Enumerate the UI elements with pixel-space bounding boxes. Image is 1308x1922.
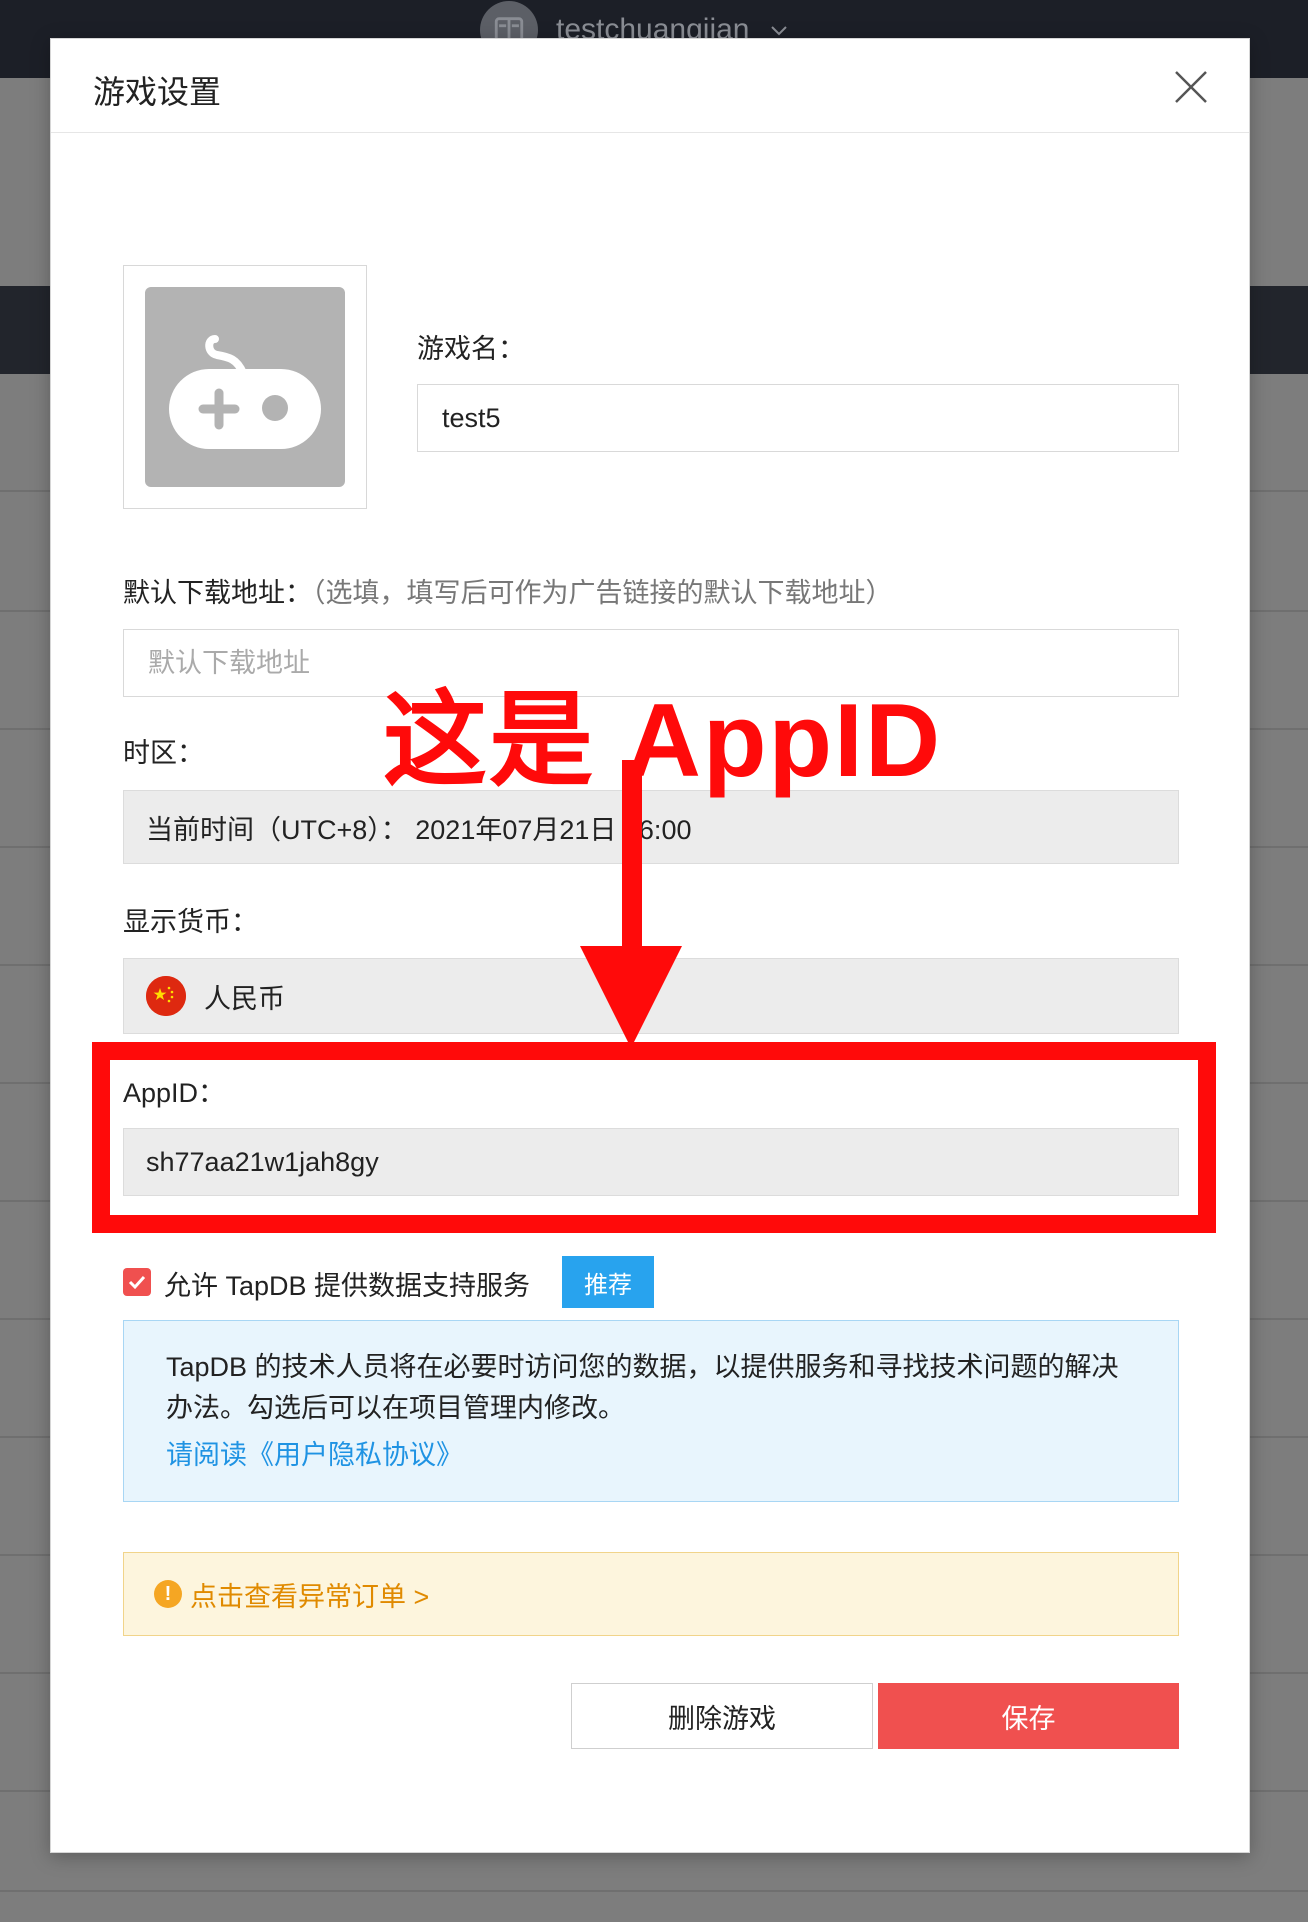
timezone-label: 时区： <box>123 738 204 768</box>
warning-icon: ! <box>154 1580 182 1608</box>
background-divider <box>0 1890 1308 1892</box>
download-url-label: 默认下载地址：（选填，填写后可作为广告链接的默认下载地址） <box>123 571 893 610</box>
save-button[interactable]: 保存 <box>878 1683 1179 1749</box>
modal-title: 游戏设置 <box>93 74 222 110</box>
game-icon-upload[interactable] <box>123 265 367 509</box>
privacy-info-text: TapDB 的技术人员将在必要时访问您的数据，以提供服务和寻找技术问题的解决办法… <box>166 1352 1119 1423</box>
game-name-label: 游戏名： <box>417 334 525 364</box>
check-icon <box>128 1275 146 1290</box>
consent-checkbox[interactable] <box>123 1268 151 1296</box>
currency-value: 人民币 <box>204 983 285 1014</box>
game-name-input[interactable] <box>417 384 1179 452</box>
abnormal-orders-notice[interactable]: ! 点击查看异常订单 > <box>123 1552 1179 1636</box>
close-icon <box>1175 71 1207 103</box>
annotation-highlight-box <box>92 1042 1216 1233</box>
abnormal-orders-link: 点击查看异常订单 > <box>190 1581 430 1612</box>
privacy-info-box: TapDB 的技术人员将在必要时访问您的数据，以提供服务和寻找技术问题的解决办法… <box>123 1320 1179 1502</box>
game-icon-placeholder <box>145 287 345 487</box>
privacy-agreement-link[interactable]: 请阅读《用户隐私协议》 <box>166 1435 1138 1476</box>
recommend-badge: 推荐 <box>562 1256 654 1308</box>
close-button[interactable] <box>1173 69 1209 105</box>
annotation-arrow-icon <box>580 760 682 1048</box>
download-url-hint: （选填，填写后可作为广告链接的默认下载地址） <box>312 578 893 608</box>
delete-game-button[interactable]: 删除游戏 <box>571 1683 873 1749</box>
modal-header: 游戏设置 <box>51 39 1249 133</box>
currency-label: 显示货币： <box>123 907 258 937</box>
gamepad-icon <box>169 335 321 449</box>
china-flag-icon <box>146 976 186 1016</box>
consent-label[interactable]: 允许 TapDB 提供数据支持服务 <box>164 1264 530 1303</box>
download-url-label-text: 默认下载地址： <box>123 578 312 608</box>
